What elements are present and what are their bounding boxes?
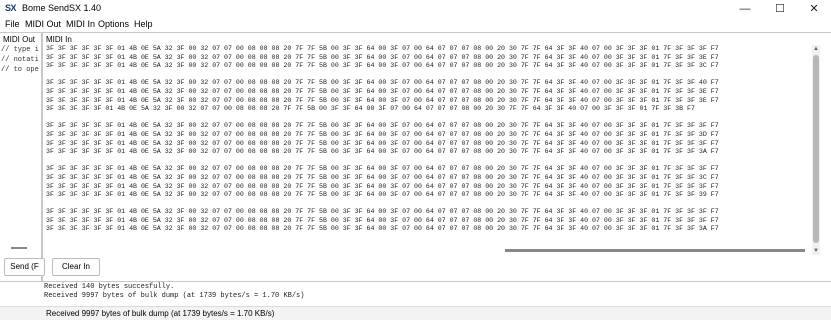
midi-out-scrollbar[interactable] xyxy=(11,247,27,249)
hex-line: 3F 3F 3F 3F 3F 3F 01 4B 0E 5A 32 3F 00 3… xyxy=(46,87,719,95)
menu-bar: File MIDI Out MIDI In Options Help xyxy=(0,17,831,32)
scroll-up-icon[interactable]: ▲ xyxy=(812,45,820,53)
block-gap xyxy=(46,200,811,209)
hex-line: 3F 3F 3F 3F 3F 3F 01 4B 0E 5A 32 3F 00 3… xyxy=(46,53,719,61)
send-button[interactable]: Send (F xyxy=(4,258,45,276)
midi-out-line: // type i xyxy=(1,46,39,54)
hex-line: 3F 3F 3F 3F 3F 3F 01 4B 0E 5A 32 3F 00 3… xyxy=(46,96,719,104)
minimize-icon: — xyxy=(739,2,751,15)
midi-out-line: // notati xyxy=(1,56,39,64)
maximize-icon: ☐ xyxy=(775,3,785,15)
midi-out-editor[interactable]: // type i // notati // to ope xyxy=(1,45,41,242)
log-line: Received 140 bytes succesfully. xyxy=(44,283,175,291)
hex-line: 3F 3F 3F 3F 3F 3F 01 4B 0E 5A 32 3F 00 3… xyxy=(46,208,719,216)
app-logo-icon: SX xyxy=(5,3,17,13)
hex-line: 3F 3F 3F 3F 3F 3F 01 4B 0E 5A 32 3F 00 3… xyxy=(46,225,719,233)
hex-line: 3F 3F 3F 3F 3F 3F 01 4B 0E 5A 32 3F 00 3… xyxy=(46,130,719,138)
hex-line: 3F 3F 3F 3F 3F 3F 01 4B 0E 5A 32 3F 00 3… xyxy=(46,165,719,173)
minimize-button[interactable]: — xyxy=(728,0,762,17)
scroll-thumb[interactable] xyxy=(813,55,819,243)
menu-midi-in[interactable]: MIDI In xyxy=(66,19,95,29)
hex-line: 3F 3F 3F 3F 3F 3F 01 4B 0E 5A 32 3F 00 3… xyxy=(46,79,719,87)
sysex-message-block: 3F 3F 3F 3F 3F 3F 01 4B 0E 5A 32 3F 00 3… xyxy=(46,208,811,242)
maximize-button[interactable]: ☐ xyxy=(763,0,797,17)
block-gap xyxy=(46,114,811,123)
block-gap xyxy=(46,71,811,80)
midi-in-display[interactable]: 3F 3F 3F 3F 3F 3F 01 4B 0E 5A 32 3F 00 3… xyxy=(45,45,811,255)
hex-line: 3F 3F 3F 3F 3F 3F 01 4B 0E 5A 32 3F 00 3… xyxy=(46,191,719,199)
hex-line: 3F 3F 3F 3F 3F 3F 01 4B 0E 5A 32 3F 00 3… xyxy=(46,45,719,52)
midi-in-vertical-scrollbar[interactable]: ▲ ▼ xyxy=(812,45,820,255)
hex-line: 3F 3F 3F 3F 3F 3F 01 4B 0E 5A 32 3F 00 3… xyxy=(46,139,719,147)
block-gap xyxy=(46,157,811,166)
log-line: Received 9997 bytes of bulk dump (at 173… xyxy=(44,292,305,300)
log-divider xyxy=(0,281,831,282)
pane-splitter[interactable] xyxy=(41,33,43,281)
sysex-message-block: 3F 3F 3F 3F 3F 3F 01 4B 0E 5A 32 3F 00 3… xyxy=(46,122,811,165)
hex-line: 3F 3F 3F 3F 3F 01 4B 0E 5A 32 3F 00 32 0… xyxy=(46,105,695,113)
hex-line: 3F 3F 3F 3F 3F 3F 01 4B 0E 5A 32 3F 00 3… xyxy=(46,182,719,190)
status-bar: Received 9997 bytes of bulk dump (at 173… xyxy=(0,306,831,320)
midi-out-header: MIDI Out xyxy=(3,35,36,44)
menu-midi-out[interactable]: MIDI Out xyxy=(25,19,61,29)
midi-in-horizontal-scrollbar[interactable] xyxy=(505,249,805,252)
hex-line: 3F 3F 3F 3F 3F 3F 01 4B 0E 5A 32 3F 00 3… xyxy=(46,216,719,224)
menu-file[interactable]: File xyxy=(5,19,20,29)
clear-in-button[interactable]: Clear In xyxy=(52,258,100,276)
midi-in-header: MIDI In xyxy=(46,35,72,44)
window-title: Bome SendSX 1.40 xyxy=(22,3,102,13)
sysex-message-block: 3F 3F 3F 3F 3F 3F 01 4B 0E 5A 32 3F 00 3… xyxy=(46,45,811,79)
status-text: Received 9997 bytes of bulk dump (at 173… xyxy=(46,309,275,318)
close-icon: ✕ xyxy=(809,3,819,15)
sysex-message-block: 3F 3F 3F 3F 3F 3F 01 4B 0E 5A 32 3F 00 3… xyxy=(46,165,811,208)
menu-divider xyxy=(0,32,831,33)
hex-line: 3F 3F 3F 3F 3F 3F 01 4B 0E 5A 32 3F 00 3… xyxy=(46,148,719,156)
hex-line: 3F 3F 3F 3F 3F 3F 01 4B 0E 5A 32 3F 00 3… xyxy=(46,122,719,130)
menu-options[interactable]: Options xyxy=(98,19,129,29)
hex-line: 3F 3F 3F 3F 3F 3F 01 4B 0E 5A 32 3F 00 3… xyxy=(46,173,719,181)
midi-out-line: // to ope xyxy=(1,66,39,74)
title-bar: SX Bome SendSX 1.40 — ☐ ✕ xyxy=(0,0,831,17)
block-gap xyxy=(46,234,811,243)
message-log: Received 140 bytes succesfully. Received… xyxy=(44,283,830,305)
scroll-down-icon[interactable]: ▼ xyxy=(812,247,820,255)
menu-help[interactable]: Help xyxy=(134,19,153,29)
close-button[interactable]: ✕ xyxy=(797,0,831,17)
hex-line: 3F 3F 3F 3F 3F 3F 01 4B 0E 5A 32 3F 00 3… xyxy=(46,62,719,70)
sysex-message-block: 3F 3F 3F 3F 3F 3F 01 4B 0E 5A 32 3F 00 3… xyxy=(46,79,811,122)
